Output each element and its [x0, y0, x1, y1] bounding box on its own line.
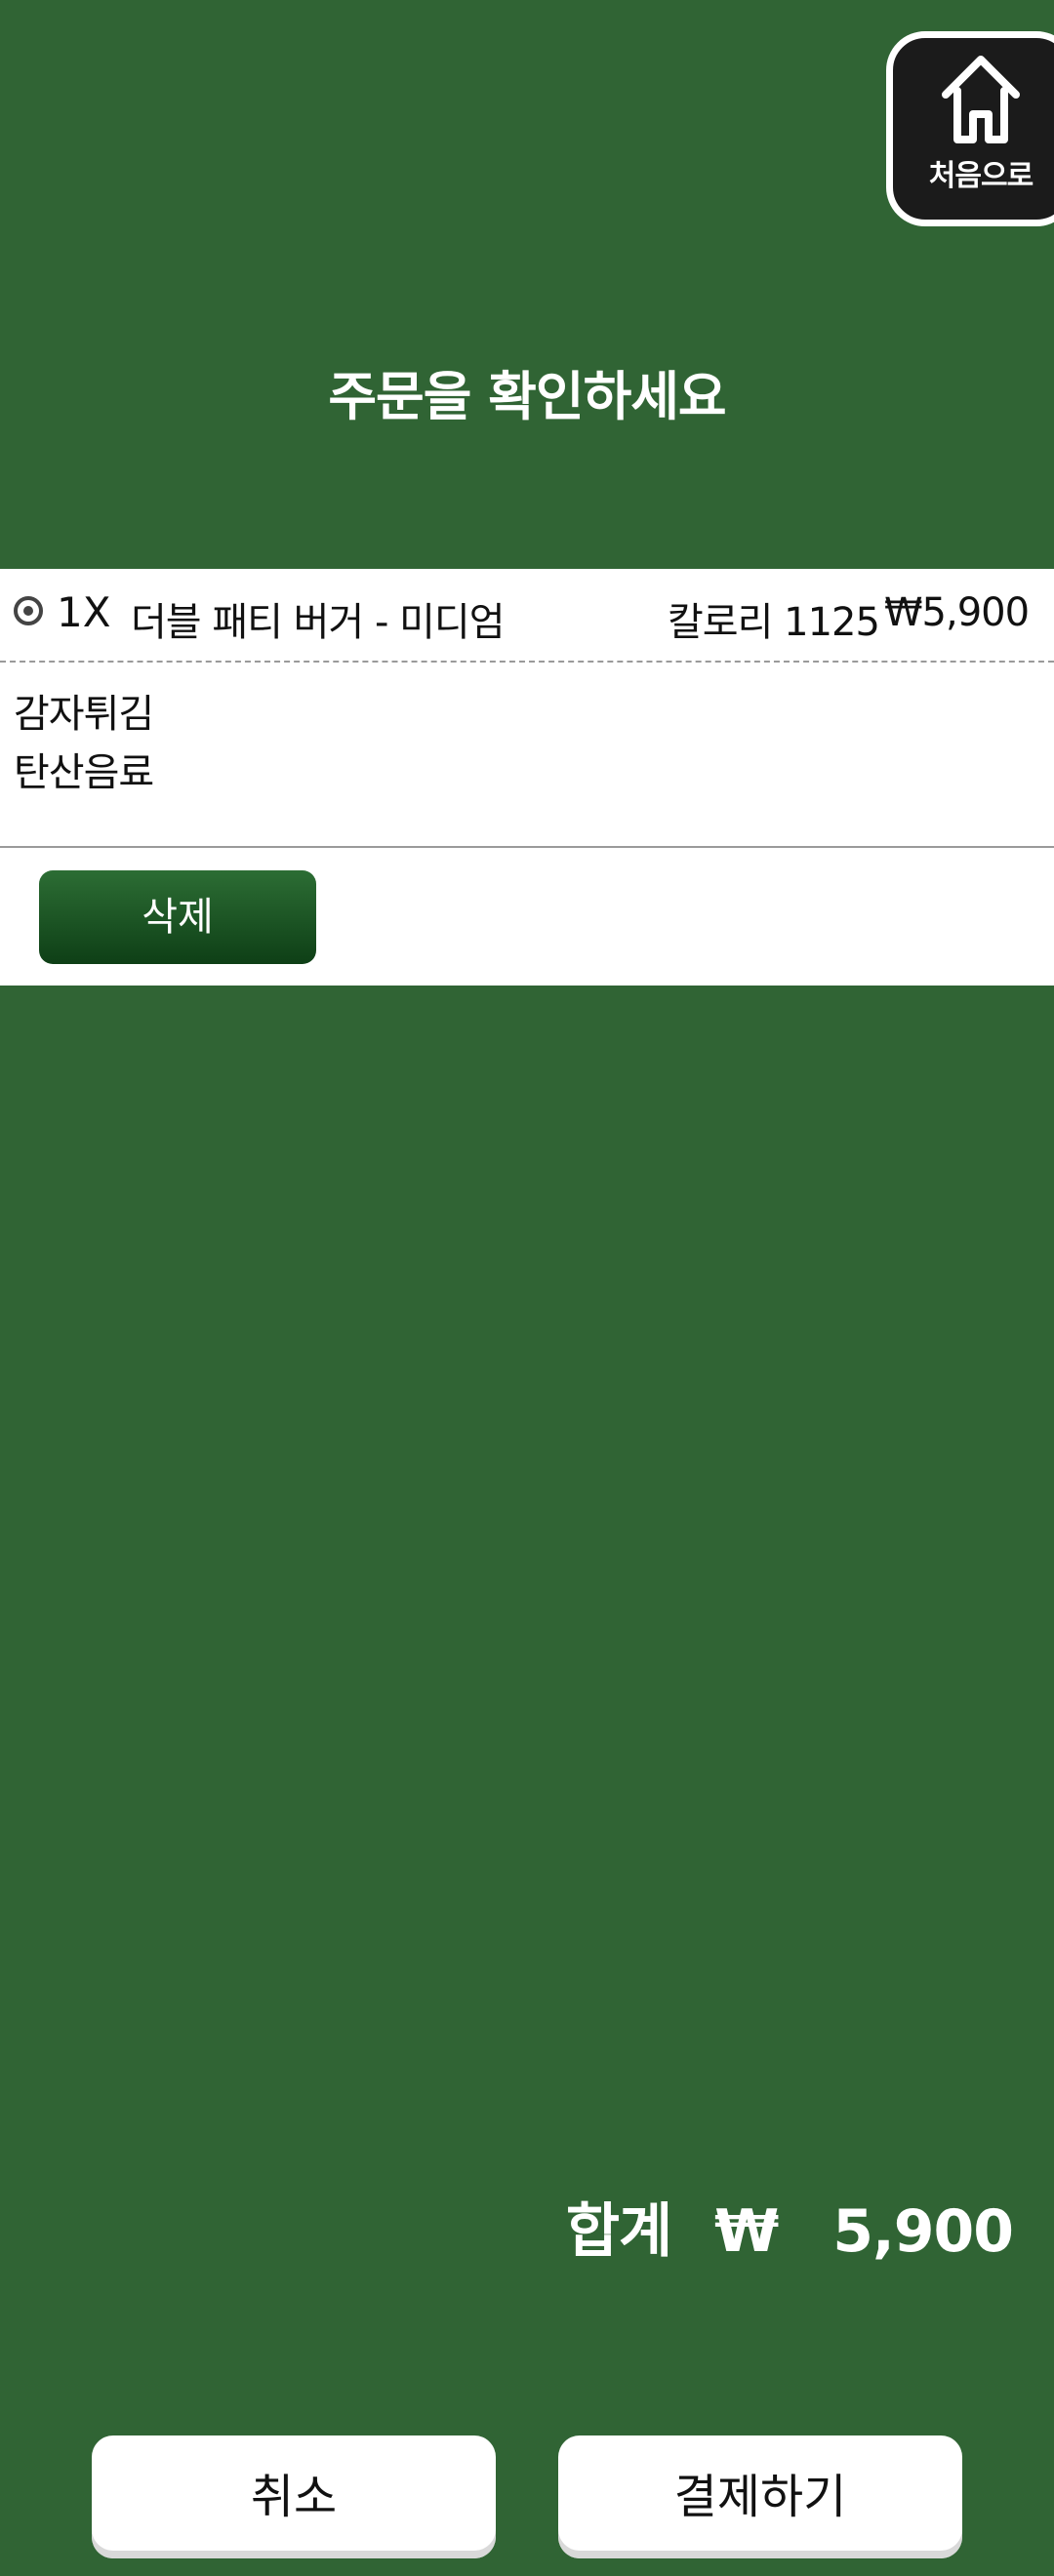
home-label: 처음으로	[928, 159, 1034, 193]
item-calorie: 칼로리 1125	[668, 600, 880, 645]
page-title: 주문을 확인하세요	[328, 366, 726, 427]
order-total: 합계 ₩ 5,900	[565, 2184, 1014, 2269]
home-icon	[942, 56, 1020, 143]
option-item: 감자튀김	[14, 692, 154, 737]
item-price: ₩5,900	[884, 590, 1030, 635]
home-button[interactable]: 처음으로	[886, 31, 1054, 226]
order-card: 1X 더블 패티 버거 - 미디엄 칼로리 1125 ₩5,900 감자튀김 탄…	[0, 569, 1054, 986]
option-item: 탄산음료	[14, 750, 154, 795]
radio-selected-icon[interactable]	[14, 596, 43, 625]
cancel-button[interactable]: 취소	[92, 2435, 496, 2558]
item-options: 감자튀김 탄산음료	[0, 663, 1054, 848]
delete-button[interactable]: 삭제	[39, 870, 316, 964]
item-name: 더블 패티 버거 - 미디엄	[131, 600, 505, 645]
pay-button[interactable]: 결제하기	[558, 2435, 962, 2558]
total-amount: 5,900	[832, 2197, 1014, 2266]
total-label: 합계	[565, 2197, 672, 2266]
item-quantity: 1X	[57, 588, 111, 636]
total-currency: ₩	[714, 2197, 779, 2266]
order-item-row[interactable]: 1X 더블 패티 버거 - 미디엄 칼로리 1125 ₩5,900	[0, 569, 1054, 663]
